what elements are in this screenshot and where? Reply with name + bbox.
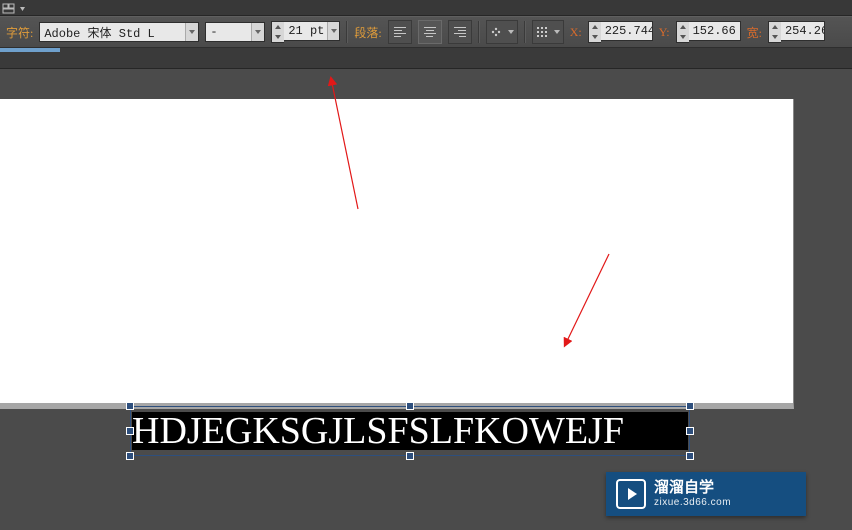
grid-menu-button[interactable] [532, 20, 564, 44]
align-left-button[interactable] [388, 20, 412, 44]
y-label: Y: [659, 25, 670, 40]
handle-mid-left[interactable] [126, 427, 134, 435]
font-family-select[interactable]: Adobe 宋体 Std L [39, 22, 199, 42]
watermark: 溜溜自学 zixue.3d66.com [606, 472, 806, 516]
grid-icon [536, 26, 548, 38]
font-family-value: Adobe 宋体 Std L [40, 24, 158, 41]
selected-text[interactable]: HDJEGKSGJLSFSLFKOWEJF [132, 412, 688, 450]
align-center-button[interactable] [418, 20, 442, 44]
handle-bottom-left[interactable] [126, 452, 134, 460]
app-top-strip [0, 0, 852, 16]
font-size-spinner[interactable] [271, 21, 284, 43]
x-label: X: [570, 25, 582, 40]
arrange-icon[interactable] [2, 2, 16, 14]
handle-mid-right[interactable] [686, 427, 694, 435]
chevron-down-icon[interactable] [185, 23, 198, 41]
handle-top-center[interactable] [406, 402, 414, 410]
font-size-group: 21 pt [271, 21, 340, 43]
x-value: 225.744 [601, 24, 652, 38]
y-spinner[interactable] [676, 21, 689, 43]
font-size-select[interactable]: 21 pt [284, 21, 340, 41]
chevron-down-icon[interactable] [327, 22, 340, 40]
text-frame[interactable]: HDJEGKSGJLSFSLFKOWEJF [130, 406, 690, 456]
canvas-area[interactable]: HDJEGKSGJLSFSLFKOWEJF 溜溜自学 zixue.3d66.co… [0, 69, 852, 530]
y-value: 152.66 p [689, 24, 740, 38]
handle-bottom-right[interactable] [686, 452, 694, 460]
width-value: 254.26 [781, 24, 824, 38]
divider [478, 21, 480, 43]
font-style-value: - [206, 25, 221, 39]
width-field-group: 254.26 [768, 21, 825, 43]
options-menu-button[interactable] [486, 20, 518, 44]
character-label: 字符: [6, 24, 33, 41]
handle-top-left[interactable] [126, 402, 134, 410]
play-icon [616, 479, 646, 509]
dropdown-icon[interactable] [18, 2, 27, 14]
document-page[interactable] [0, 99, 794, 409]
font-size-value: 21 pt [284, 24, 327, 38]
divider [524, 21, 526, 43]
x-field-group: 225.744 [588, 21, 653, 43]
x-input[interactable]: 225.744 [601, 21, 653, 41]
text-options-bar: 字符: Adobe 宋体 Std L - 21 pt 段落: [0, 16, 852, 48]
tab-strip [0, 48, 852, 69]
align-right-button[interactable] [448, 20, 472, 44]
watermark-url: zixue.3d66.com [654, 497, 731, 508]
handle-bottom-center[interactable] [406, 452, 414, 460]
width-spinner[interactable] [768, 21, 781, 43]
paragraph-label: 段落: [354, 24, 381, 41]
font-style-select[interactable]: - [205, 22, 265, 42]
divider [346, 21, 348, 43]
handle-top-right[interactable] [686, 402, 694, 410]
chevron-down-icon[interactable] [251, 23, 264, 41]
width-input[interactable]: 254.26 [781, 21, 825, 41]
active-tab-indicator [0, 48, 60, 52]
width-label: 宽: [747, 24, 762, 41]
x-spinner[interactable] [588, 21, 601, 43]
watermark-title: 溜溜自学 [654, 480, 731, 497]
y-field-group: 152.66 p [676, 21, 741, 43]
y-input[interactable]: 152.66 p [689, 21, 741, 41]
